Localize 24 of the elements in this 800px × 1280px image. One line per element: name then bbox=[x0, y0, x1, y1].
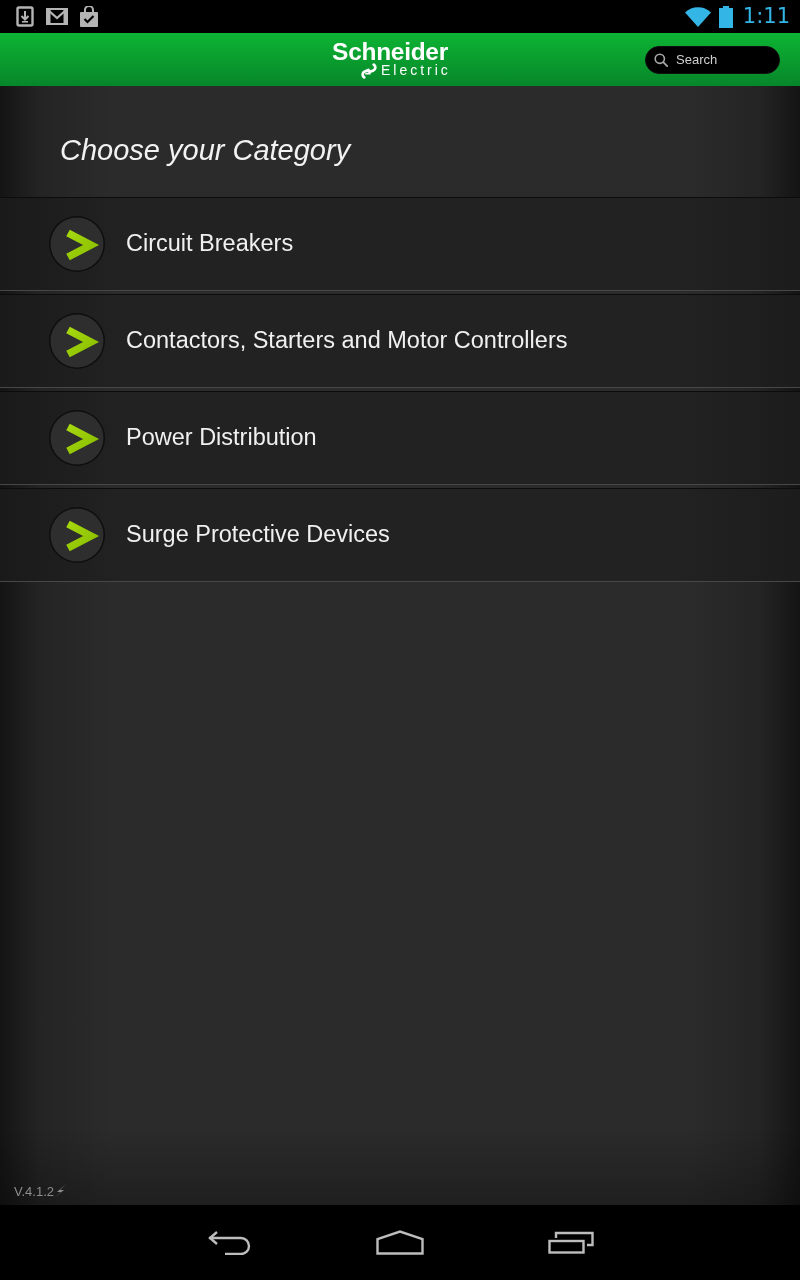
back-icon[interactable] bbox=[207, 1230, 251, 1255]
logo-mark-icon bbox=[360, 62, 377, 79]
chevron-icon bbox=[48, 312, 106, 370]
page-heading: Choose your Category bbox=[60, 133, 351, 168]
search-icon bbox=[654, 52, 668, 67]
category-item[interactable]: Surge Protective Devices bbox=[0, 488, 800, 582]
chevron-icon bbox=[48, 409, 106, 467]
wifi-icon bbox=[684, 6, 711, 27]
category-item[interactable]: Contactors, Starters and Motor Controllers bbox=[0, 294, 800, 388]
brand-name: Schneider bbox=[332, 40, 448, 63]
battery-icon bbox=[718, 5, 733, 28]
shopping-bag-icon bbox=[79, 6, 99, 27]
category-item[interactable]: Power Distribution bbox=[0, 391, 800, 485]
mail-icon bbox=[46, 8, 68, 25]
category-item[interactable]: Circuit Breakers bbox=[0, 197, 800, 291]
chevron-icon bbox=[48, 215, 106, 273]
download-icon bbox=[16, 6, 34, 27]
recents-icon[interactable] bbox=[548, 1231, 594, 1254]
version-label: V.4.1.2 bbox=[14, 1182, 54, 1201]
home-icon[interactable] bbox=[376, 1230, 424, 1255]
chevron-icon bbox=[48, 506, 106, 564]
brand-subtitle: Electric bbox=[380, 63, 451, 78]
search-field[interactable]: Search bbox=[645, 45, 780, 74]
status-time: 1:11 bbox=[742, 6, 790, 27]
